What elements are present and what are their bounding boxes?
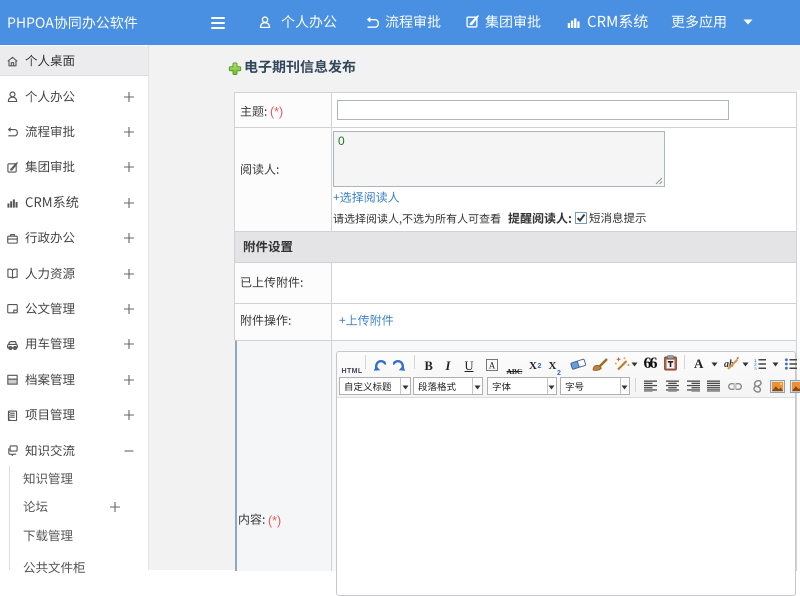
svg-text:A: A	[489, 360, 496, 370]
svg-text:3: 3	[754, 366, 757, 370]
